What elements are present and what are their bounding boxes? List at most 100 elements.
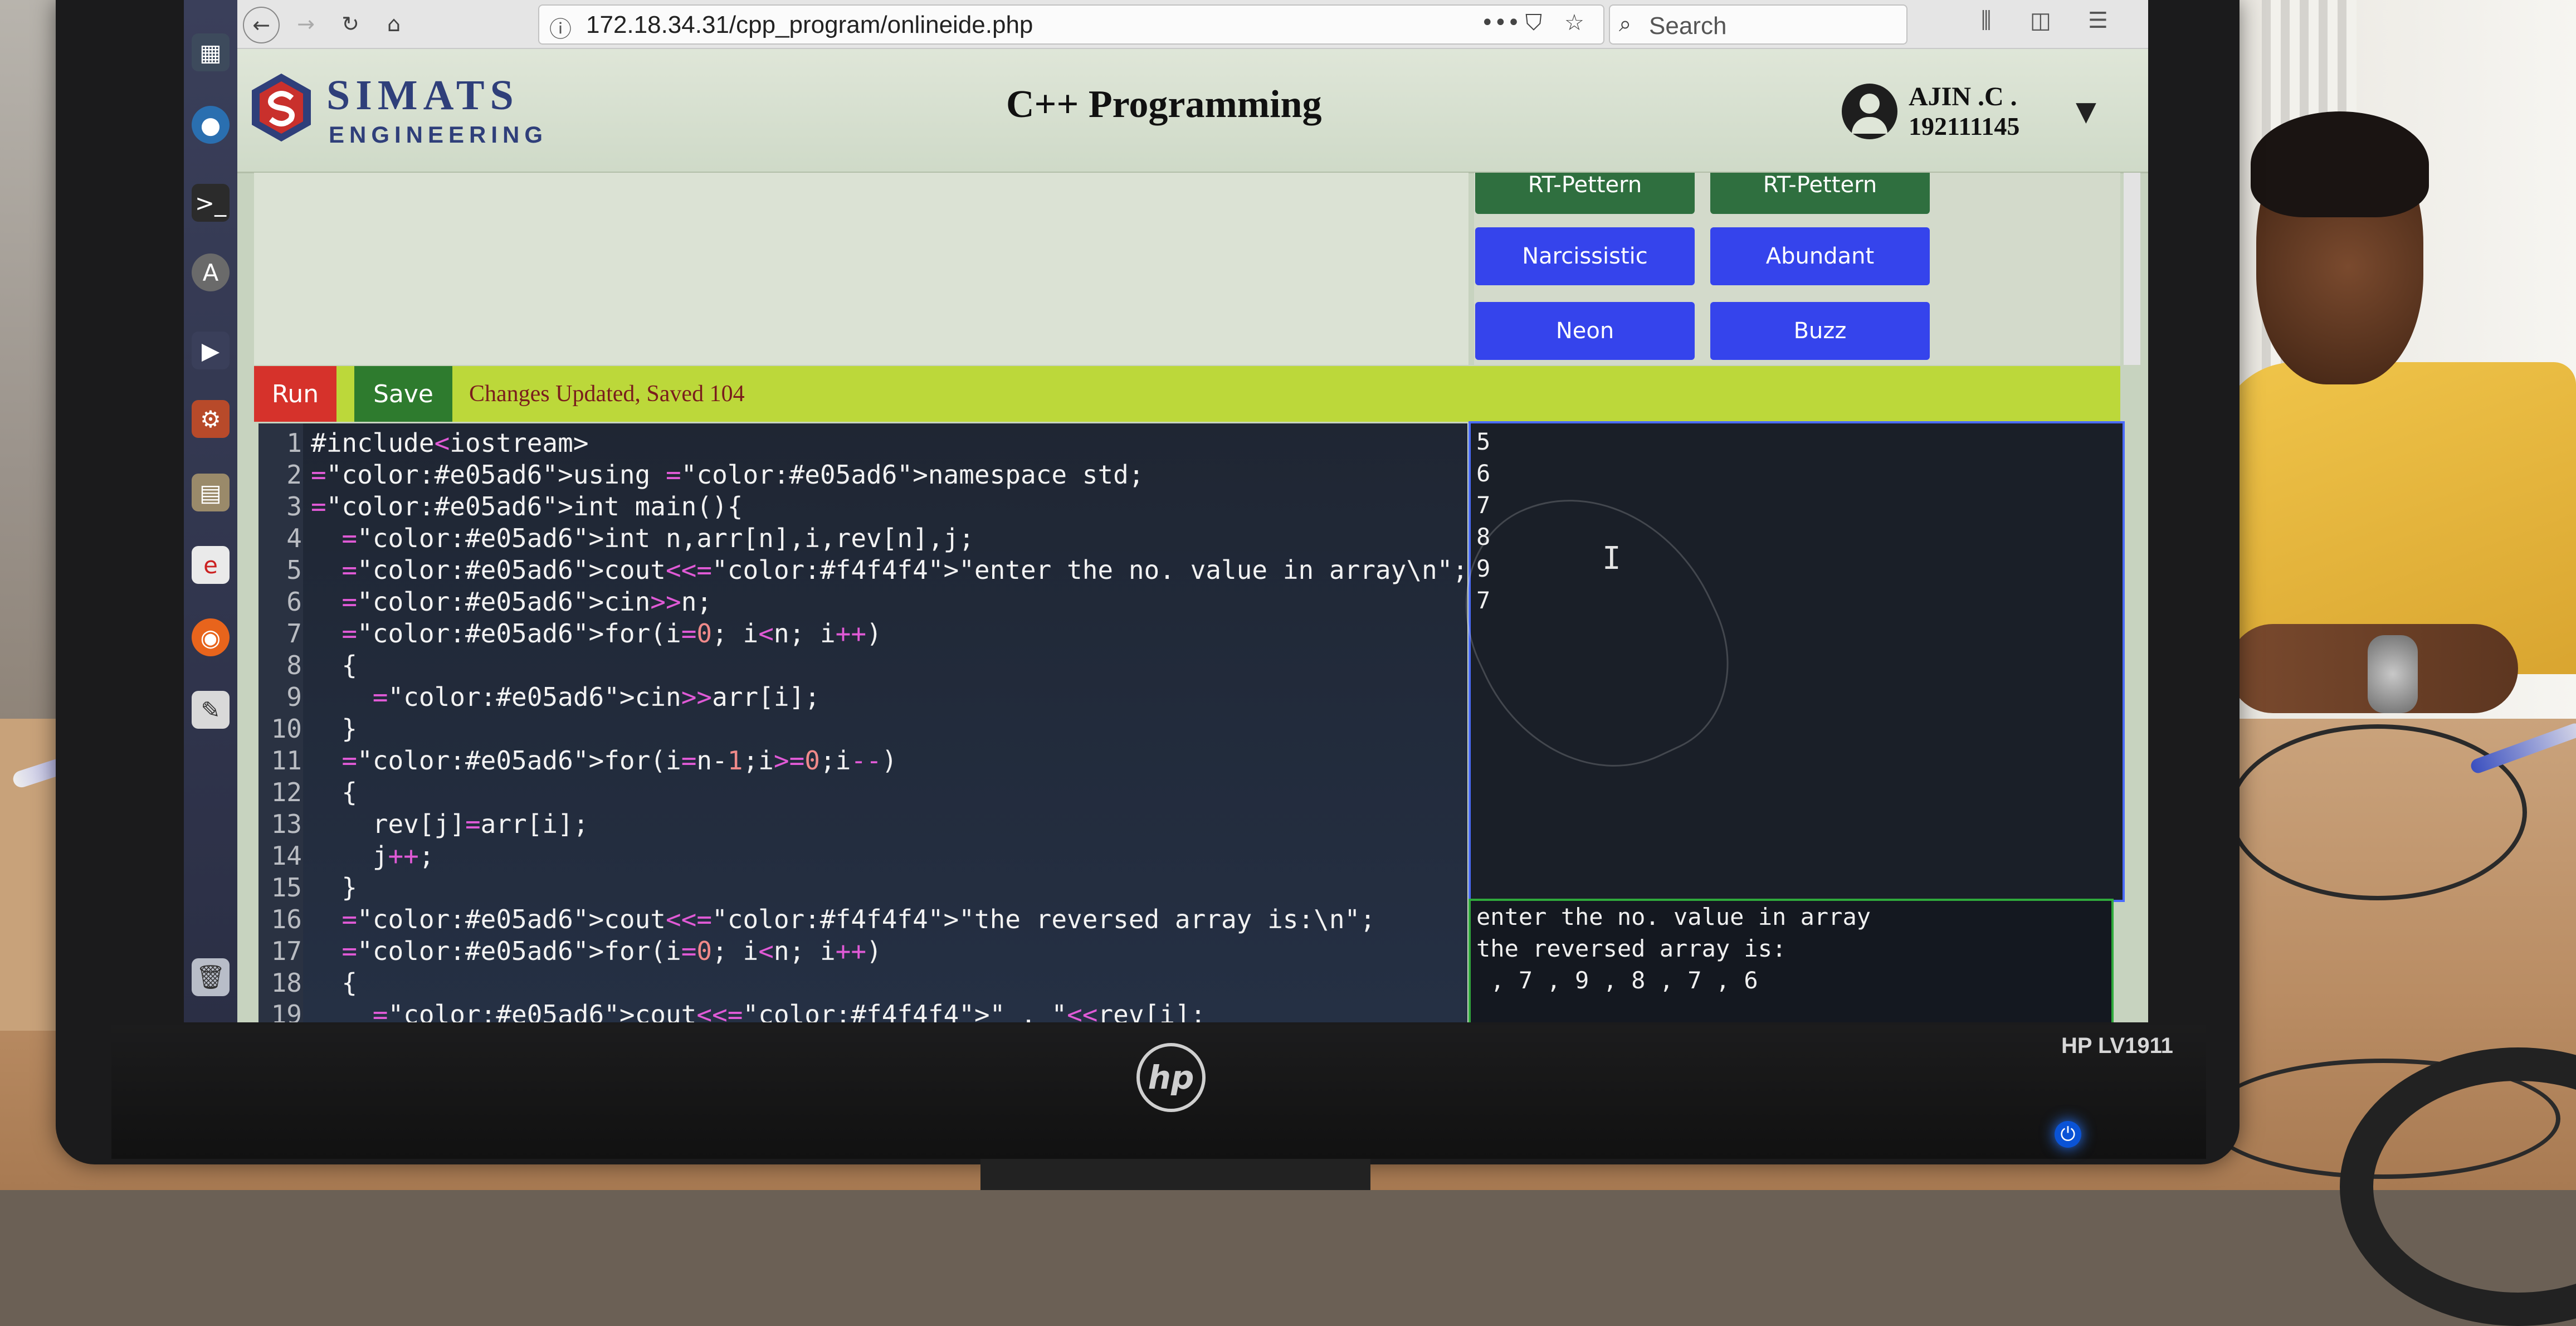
- files-icon[interactable]: ▤: [192, 474, 230, 511]
- output-line: enter the no. value in array: [1476, 903, 1871, 930]
- code-line[interactable]: 14 j++;: [258, 841, 1467, 872]
- code-text[interactable]: ="color:#e05ad6">cin>>arr[i];: [311, 682, 820, 712]
- code-line[interactable]: 6 ="color:#e05ad6">cin>>n;: [258, 587, 1467, 618]
- code-text[interactable]: ="color:#e05ad6">for(i=0; i<n; i++): [311, 618, 881, 649]
- text-editor-icon[interactable]: ✎: [192, 691, 230, 729]
- line-number: 9: [286, 682, 302, 712]
- code-text[interactable]: ="color:#e05ad6">cout<<="color:#f4f4f4">…: [311, 1000, 1206, 1022]
- line-number: 10: [271, 714, 302, 744]
- code-line[interactable]: 9 ="color:#e05ad6">cin>>arr[i];: [258, 682, 1467, 714]
- line-number: 18: [271, 968, 302, 998]
- program-button[interactable]: Abundant: [1710, 227, 1930, 285]
- menu-icon[interactable]: ☰: [2088, 8, 2108, 33]
- text-cursor-icon: I: [1602, 540, 1621, 577]
- forward-icon[interactable]: →: [289, 7, 323, 41]
- code-text[interactable]: {: [311, 777, 357, 807]
- program-list-panel: RT-Pettern RT-Pettern Narcissistic Abund…: [1474, 173, 2120, 365]
- code-line[interactable]: 11 ="color:#e05ad6">for(i=n-1;i>=0;i--): [258, 745, 1467, 777]
- screen: ▦ ● >_ A ▶ ⚙ ▤ e ◉ ✎ 🗑 ← → ↻ ⌂ ⓘ 172.18.…: [184, 0, 2148, 1022]
- code-line[interactable]: 1 #include<iostream>: [258, 428, 1467, 460]
- code-text[interactable]: }: [311, 872, 357, 903]
- code-line[interactable]: 2 ="color:#e05ad6">using ="color:#e05ad6"…: [258, 460, 1467, 491]
- code-line[interactable]: 7 ="color:#e05ad6">for(i=0; i<n; i++): [258, 618, 1467, 650]
- line-number: 16: [271, 904, 302, 934]
- action-bar: Run Save Changes Updated, Saved 104: [254, 366, 2120, 422]
- browser-toolbar: ← → ↻ ⌂ ⓘ 172.18.34.31/cpp_program/onlin…: [237, 0, 2148, 49]
- program-button[interactable]: Buzz: [1710, 302, 1930, 360]
- code-text[interactable]: rev[j]=arr[i];: [311, 809, 589, 839]
- input-value[interactable]: 6: [1476, 460, 1490, 487]
- run-button[interactable]: Run: [254, 366, 336, 422]
- output-line: the reversed array is:: [1476, 935, 1787, 962]
- panel-scrollbar[interactable]: [2124, 173, 2140, 365]
- sidebar-icon[interactable]: ◫: [2030, 8, 2051, 33]
- user-id: 192111145: [1909, 112, 2020, 140]
- user-avatar-icon[interactable]: [1842, 84, 1897, 139]
- code-line[interactable]: 18 {: [258, 968, 1467, 1000]
- launcher: ▦ ● >_ A ▶ ⚙ ▤ e ◉ ✎ 🗑: [184, 0, 237, 1022]
- user-name: AJIN .C .: [1909, 82, 2017, 111]
- settings-gear-icon[interactable]: ⚙: [192, 400, 230, 438]
- input-value[interactable]: 5: [1476, 428, 1490, 455]
- terminal-icon[interactable]: >_: [192, 184, 230, 222]
- program-button[interactable]: Narcissistic: [1475, 227, 1695, 285]
- globe-icon[interactable]: ●: [192, 106, 230, 144]
- page-actions-icon[interactable]: •••: [1481, 10, 1520, 36]
- code-line[interactable]: 16 ="color:#e05ad6">cout<<="color:#f4f4f…: [258, 904, 1467, 936]
- code-text[interactable]: ="color:#e05ad6">int n,arr[n],i,rev[n],j…: [311, 523, 974, 553]
- bookmark-star-icon[interactable]: ☆: [1564, 10, 1584, 36]
- user-dropdown-icon[interactable]: ▼: [2076, 96, 2096, 127]
- reload-icon[interactable]: ↻: [333, 7, 368, 41]
- code-line[interactable]: 10 }: [258, 714, 1467, 745]
- arrow-app-icon[interactable]: ▶: [192, 332, 230, 369]
- program-button[interactable]: RT-Pettern: [1475, 173, 1695, 214]
- program-button[interactable]: Neon: [1475, 302, 1695, 360]
- power-icon[interactable]: ⏻: [2055, 1121, 2081, 1148]
- site-header: SIMATS ENGINEERING C++ Programming AJIN …: [237, 49, 2148, 173]
- library-icon[interactable]: ⫼: [1981, 8, 1991, 33]
- url-text[interactable]: 172.18.34.31/cpp_program/onlineide.php: [586, 11, 1033, 39]
- code-line[interactable]: 5 ="color:#e05ad6">cout<<="color:#f4f4f4…: [258, 555, 1467, 587]
- code-line[interactable]: 15 }: [258, 872, 1467, 904]
- editor-icon[interactable]: e: [192, 546, 230, 584]
- line-number: 19: [271, 1000, 302, 1022]
- code-line[interactable]: 3 ="color:#e05ad6">int main(){: [258, 491, 1467, 523]
- search-box[interactable]: ⌕ Search: [1609, 4, 1907, 45]
- code-text[interactable]: ="color:#e05ad6">cout<<="color:#f4f4f4">…: [311, 555, 1467, 585]
- trash-icon[interactable]: 🗑: [192, 958, 230, 996]
- input-value[interactable]: 7: [1476, 491, 1490, 519]
- hp-logo: hp: [1136, 1043, 1206, 1112]
- code-line[interactable]: 13 rev[j]=arr[i];: [258, 809, 1467, 841]
- line-number: 17: [271, 936, 302, 966]
- save-button[interactable]: Save: [354, 366, 452, 422]
- code-text[interactable]: ="color:#e05ad6">cout<<="color:#f4f4f4">…: [311, 904, 1375, 934]
- code-text[interactable]: ="color:#e05ad6">cin>>n;: [311, 587, 712, 617]
- code-text[interactable]: }: [311, 714, 357, 744]
- home-icon[interactable]: ⌂: [377, 7, 411, 41]
- code-editor[interactable]: 1 #include<iostream> 2 ="color:#e05ad6">usi…: [258, 423, 1467, 1022]
- code-text[interactable]: ="color:#e05ad6">for(i=n-1;i>=0;i--): [311, 745, 897, 776]
- line-number: 3: [286, 491, 302, 521]
- code-text[interactable]: j++;: [311, 841, 435, 871]
- code-line[interactable]: 4 ="color:#e05ad6">int n,arr[n],i,rev[n]…: [258, 523, 1467, 555]
- code-line[interactable]: 19 ="color:#e05ad6">cout<<="color:#f4f4f…: [258, 1000, 1467, 1022]
- code-text[interactable]: ="color:#e05ad6">using ="color:#e05ad6">…: [311, 460, 1144, 490]
- back-icon[interactable]: ←: [243, 7, 280, 43]
- code-line[interactable]: 17 ="color:#e05ad6">for(i=0; i<n; i++): [258, 936, 1467, 968]
- code-text[interactable]: #include<iostream>: [311, 428, 589, 458]
- url-bar[interactable]: ⓘ 172.18.34.31/cpp_program/onlineide.php…: [538, 4, 1604, 45]
- system-monitor-icon[interactable]: ▦: [192, 33, 230, 71]
- code-text[interactable]: ="color:#e05ad6">int main(){: [311, 491, 743, 521]
- firefox-icon[interactable]: ◉: [192, 618, 230, 656]
- line-number: 11: [271, 745, 302, 776]
- program-button[interactable]: RT-Pettern: [1710, 173, 1930, 214]
- code-line[interactable]: 12 {: [258, 777, 1467, 809]
- code-line[interactable]: 8 {: [258, 650, 1467, 682]
- info-icon[interactable]: ⓘ: [549, 11, 572, 43]
- code-text[interactable]: {: [311, 650, 357, 680]
- code-text[interactable]: ="color:#e05ad6">for(i=0; i<n; i++): [311, 936, 881, 966]
- updater-icon[interactable]: A: [192, 254, 230, 291]
- monitor-stand: [980, 1159, 1370, 1190]
- pocket-icon[interactable]: ⛉: [1525, 10, 1542, 36]
- code-text[interactable]: {: [311, 968, 357, 998]
